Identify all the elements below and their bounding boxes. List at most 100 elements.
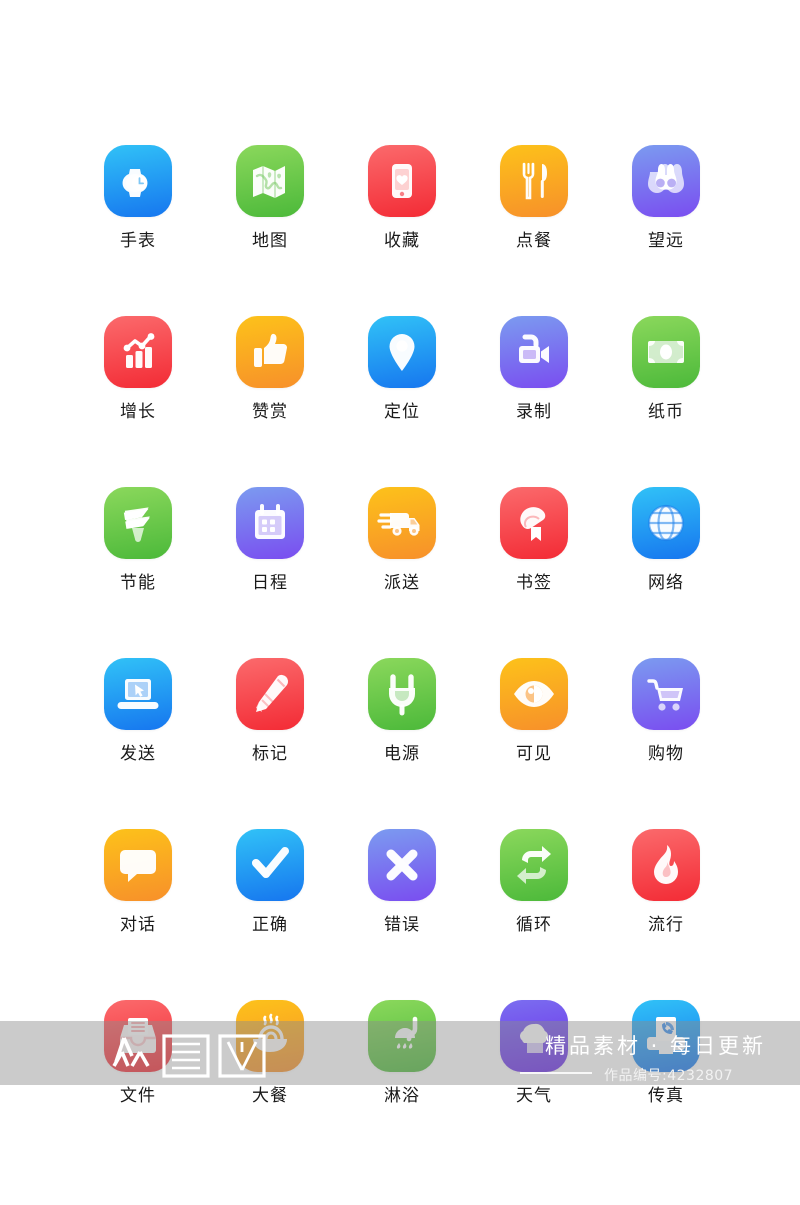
- energy-bulb-icon-art: [123, 507, 150, 542]
- icon-cell[interactable]: 可见: [468, 658, 600, 829]
- icon-cell[interactable]: 派送: [336, 487, 468, 658]
- delivery-truck-icon[interactable]: [368, 487, 436, 559]
- shopping-cart-icon-art: [647, 679, 683, 711]
- watch-icon-art: [122, 169, 148, 197]
- flame-icon-art: [654, 845, 678, 884]
- laptop-cursor-icon[interactable]: [104, 658, 172, 730]
- icon-cell[interactable]: 点餐: [468, 145, 600, 316]
- icon-label: 大餐: [252, 1086, 288, 1106]
- icon-cell[interactable]: 增长: [72, 316, 204, 487]
- banknote-icon-art: [648, 341, 684, 363]
- icon-label: 发送: [120, 744, 156, 764]
- banknote-icon[interactable]: [632, 316, 700, 388]
- map-pin-icon[interactable]: [368, 316, 436, 388]
- icon-cell[interactable]: 书签: [468, 487, 600, 658]
- cutlery-icon[interactable]: [500, 145, 568, 217]
- icon-label: 望远: [648, 231, 684, 251]
- icon-cell[interactable]: 定位: [336, 316, 468, 487]
- hot-meal-icon[interactable]: [236, 1000, 304, 1072]
- icon-cell[interactable]: 天气: [468, 1000, 600, 1171]
- icon-label: 文件: [120, 1086, 156, 1106]
- icon-cell[interactable]: 对话: [72, 829, 204, 1000]
- icon-label: 增长: [120, 402, 156, 422]
- bookmark-icon[interactable]: [500, 487, 568, 559]
- shopping-cart-icon[interactable]: [632, 658, 700, 730]
- eye-icon[interactable]: [500, 658, 568, 730]
- phone-heart-icon[interactable]: [368, 145, 436, 217]
- power-plug-icon[interactable]: [368, 658, 436, 730]
- pencil-icon[interactable]: [236, 658, 304, 730]
- icon-label: 天气: [516, 1086, 552, 1106]
- icon-cell[interactable]: 纸币: [600, 316, 732, 487]
- icon-cell[interactable]: 望远: [600, 145, 732, 316]
- icon-cell[interactable]: 购物: [600, 658, 732, 829]
- icon-cell[interactable]: 循环: [468, 829, 600, 1000]
- shower-icon[interactable]: [368, 1000, 436, 1072]
- calendar-icon[interactable]: [236, 487, 304, 559]
- fax-icon-art: [647, 1017, 685, 1054]
- flame-icon[interactable]: [632, 829, 700, 901]
- map-icon[interactable]: [236, 145, 304, 217]
- icon-cell[interactable]: 节能: [72, 487, 204, 658]
- icon-label: 电源: [384, 744, 420, 764]
- icon-label: 收藏: [384, 231, 420, 251]
- repeat-icon[interactable]: [500, 829, 568, 901]
- icon-cell[interactable]: 正确: [204, 829, 336, 1000]
- eye-icon-art: [514, 681, 554, 707]
- icon-cell[interactable]: 日程: [204, 487, 336, 658]
- icon-cell[interactable]: 地图: [204, 145, 336, 316]
- fax-icon[interactable]: [632, 1000, 700, 1072]
- icon-label: 日程: [252, 573, 288, 593]
- check-icon[interactable]: [236, 829, 304, 901]
- globe-icon[interactable]: [632, 487, 700, 559]
- delivery-truck-icon-art: [377, 513, 420, 536]
- icon-label: 派送: [384, 573, 420, 593]
- icon-cell[interactable]: 大餐: [204, 1000, 336, 1171]
- icon-label: 赞赏: [252, 402, 288, 422]
- check-icon-art: [252, 847, 289, 878]
- icon-cell[interactable]: 赞赏: [204, 316, 336, 487]
- icon-label: 淋浴: [384, 1086, 420, 1106]
- icon-label: 节能: [120, 573, 156, 593]
- cloud-icon[interactable]: [500, 1000, 568, 1072]
- video-camera-icon[interactable]: [500, 316, 568, 388]
- icon-cell[interactable]: 电源: [336, 658, 468, 829]
- watch-icon[interactable]: [104, 145, 172, 217]
- icon-label: 地图: [252, 231, 288, 251]
- thumbs-up-icon[interactable]: [236, 316, 304, 388]
- file-tray-icon[interactable]: [104, 1000, 172, 1072]
- growth-chart-icon-art: [123, 333, 155, 368]
- calendar-icon-art: [255, 504, 285, 539]
- icon-cell[interactable]: 传真: [600, 1000, 732, 1171]
- icon-cell[interactable]: 标记: [204, 658, 336, 829]
- cross-icon[interactable]: [368, 829, 436, 901]
- icon-cell[interactable]: 手表: [72, 145, 204, 316]
- icon-cell[interactable]: 收藏: [336, 145, 468, 316]
- icon-label: 点餐: [516, 231, 552, 251]
- binoculars-icon[interactable]: [632, 145, 700, 217]
- icon-label: 纸币: [648, 402, 684, 422]
- repeat-icon-art: [517, 846, 551, 884]
- icon-cell[interactable]: 流行: [600, 829, 732, 1000]
- cloud-icon-art: [520, 1023, 548, 1053]
- energy-bulb-icon[interactable]: [104, 487, 172, 559]
- video-camera-icon-art: [519, 334, 549, 363]
- icon-label: 定位: [384, 402, 420, 422]
- icon-cell[interactable]: 文件: [72, 1000, 204, 1171]
- icon-cell[interactable]: 发送: [72, 658, 204, 829]
- icon-cell[interactable]: 录制: [468, 316, 600, 487]
- icon-label: 对话: [120, 915, 156, 935]
- laptop-cursor-icon-art: [117, 679, 159, 709]
- icon-label: 手表: [120, 231, 156, 251]
- chat-bubble-icon[interactable]: [104, 829, 172, 901]
- map-icon-art: [253, 166, 285, 198]
- icon-cell[interactable]: 错误: [336, 829, 468, 1000]
- growth-chart-icon[interactable]: [104, 316, 172, 388]
- icon-label: 网络: [648, 573, 684, 593]
- icon-cell[interactable]: 淋浴: [336, 1000, 468, 1171]
- shower-icon-art: [395, 1016, 418, 1049]
- icon-label: 错误: [384, 915, 420, 935]
- icon-label: 录制: [516, 402, 552, 422]
- pencil-icon-art: [256, 674, 289, 712]
- icon-cell[interactable]: 网络: [600, 487, 732, 658]
